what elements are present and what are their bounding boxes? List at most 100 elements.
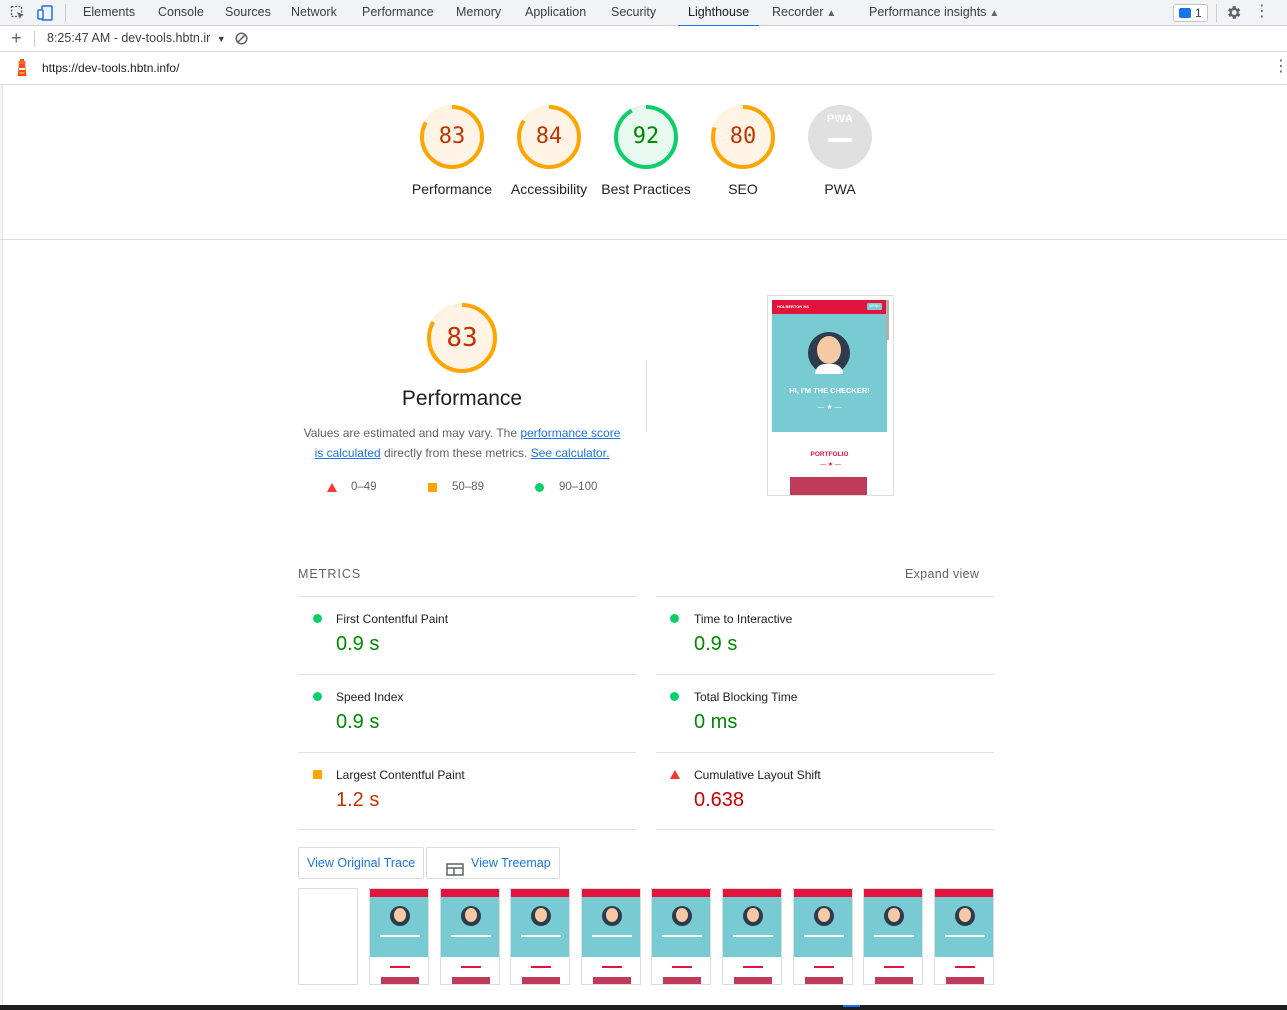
metrics-heading: METRICS (298, 567, 362, 581)
screenshot-hero-text: HI, I'M THE CHECKER! (789, 386, 870, 395)
gauge-label: SEO (728, 181, 758, 197)
avatar-shirt (815, 364, 843, 374)
filmstrip-frame (510, 888, 571, 985)
frame-hero-text (380, 935, 420, 937)
metric-divider (298, 829, 636, 830)
frame-portfolio-item (734, 977, 772, 984)
frame-portfolio-item (592, 977, 631, 984)
header-divider (0, 239, 1287, 240)
tab-performance-insights-label: Performance insights (869, 5, 987, 19)
device-toolbar-icon[interactable] (36, 4, 54, 22)
frame-hero-text (521, 935, 562, 937)
filmstrip-frame (439, 888, 500, 985)
performance-score: 83 (446, 323, 478, 353)
toolbar-divider (34, 31, 35, 47)
expand-view-toggle[interactable]: Expand view (905, 567, 979, 581)
filmstrip-frame-blank (298, 888, 358, 985)
screenshot-portfolio-item (790, 477, 867, 495)
treemap-icon (446, 857, 464, 876)
filmstrip-frame (722, 888, 782, 985)
filmstrip-frame (651, 888, 712, 985)
frame-portfolio-item (875, 977, 914, 984)
frame-header (440, 889, 499, 897)
issues-counter[interactable]: 1 (1173, 4, 1208, 22)
description-text: directly from these metrics. (380, 446, 531, 460)
tab-elements[interactable]: Elements (83, 0, 135, 26)
metric-value: 1.2 s (336, 789, 380, 811)
tab-network[interactable]: Network (291, 0, 337, 26)
gauge-label: Performance (411, 181, 493, 197)
experiment-flask-icon: ▲ (826, 8, 837, 19)
issue-message-icon (1179, 8, 1191, 18)
tab-security[interactable]: Security (611, 0, 656, 26)
frame-section-text (460, 966, 481, 968)
tab-sources[interactable]: Sources (225, 0, 271, 26)
screenshot-site-name: HOLBERTON HS (777, 304, 809, 309)
tab-console[interactable]: Console (158, 0, 204, 26)
metric-divider (656, 829, 994, 830)
tab-recorder-label: Recorder (772, 5, 824, 19)
view-treemap-label: View Treemap (471, 856, 551, 870)
frame-section-text (531, 966, 552, 968)
frame-hero-text (944, 935, 985, 937)
report-url[interactable]: https://dev-tools.hbtn.info/ (42, 61, 179, 75)
tab-performance-insights[interactable]: Performance insights ▲ (869, 0, 999, 26)
frame-section-text (743, 966, 763, 968)
filmstrip-frame (933, 888, 994, 985)
frame-header (864, 889, 923, 897)
inspect-element-icon[interactable] (10, 5, 26, 21)
bottom-indicator (843, 1005, 860, 1007)
gauge-score: 83 (438, 124, 466, 149)
frame-section-text (954, 966, 975, 968)
gauge-score: 84 (535, 124, 563, 149)
metric-value: 0.9 s (336, 633, 380, 655)
frame-section-text (601, 966, 622, 968)
tab-performance[interactable]: Performance (362, 0, 434, 26)
frame-header (581, 889, 640, 897)
clear-all-icon[interactable] (235, 32, 248, 45)
average-square-icon (313, 770, 322, 779)
frame-portfolio-item (804, 977, 843, 984)
report-selector-label: 8:25:47 AM - dev-tools.hbtn.ir (47, 31, 211, 45)
tab-application[interactable]: Application (525, 0, 586, 26)
metric-value: 0.9 s (336, 711, 380, 733)
final-screenshot[interactable]: HOLBERTON HS MENU HI, I'M THE CHECKER! —… (767, 295, 894, 496)
gauge-score: 92 (632, 124, 660, 149)
pwa-badge-text: PWA (826, 113, 854, 125)
lighthouse-logo-icon (15, 59, 29, 77)
frame-portfolio-item (663, 977, 702, 984)
frame-section-text (813, 966, 834, 968)
performance-description: Values are estimated and may vary. The p… (300, 423, 624, 463)
view-treemap-button[interactable]: View Treemap (426, 847, 560, 879)
more-options-icon[interactable]: ⋮ (1254, 4, 1270, 22)
screenshot-header: HOLBERTON HS MENU (772, 300, 887, 314)
metric-divider (656, 674, 994, 675)
settings-gear-icon[interactable] (1225, 4, 1242, 21)
screenshot-menu-button: MENU (867, 303, 882, 310)
report-menu-icon[interactable]: ⋮ (1273, 59, 1287, 75)
report-left-border (0, 85, 3, 1010)
legend-pass-range: 90–100 (559, 481, 598, 493)
see-calculator-link[interactable]: See calculator. (531, 446, 610, 460)
tab-divider (65, 4, 66, 22)
tab-lighthouse[interactable]: Lighthouse (677, 0, 760, 27)
metric-value: 0.638 (694, 789, 745, 811)
frame-header (934, 889, 993, 897)
lighthouse-toolbar: + 8:25:47 AM - dev-tools.hbtn.ir ▼ (0, 26, 1287, 52)
view-original-trace-button[interactable]: View Original Trace (298, 847, 425, 879)
report-selector[interactable]: 8:25:47 AM - dev-tools.hbtn.ir ▼ (47, 31, 226, 45)
frame-hero-text (450, 935, 491, 937)
frame-header (723, 889, 781, 897)
metric-title: Cumulative Layout Shift (694, 768, 821, 782)
filmstrip-frame (580, 888, 641, 985)
screenshot-hero: HI, I'M THE CHECKER! — ★ — (772, 314, 887, 432)
tab-divider (1216, 4, 1217, 22)
metric-divider (656, 752, 994, 753)
gauge-label: Best Practices (601, 181, 691, 197)
frame-header (793, 889, 852, 897)
new-report-plus-icon[interactable]: + (11, 29, 22, 47)
frame-section-text (672, 966, 693, 968)
tab-recorder[interactable]: Recorder ▲ (772, 0, 836, 26)
avatar-face (817, 908, 830, 922)
tab-memory[interactable]: Memory (456, 0, 501, 26)
